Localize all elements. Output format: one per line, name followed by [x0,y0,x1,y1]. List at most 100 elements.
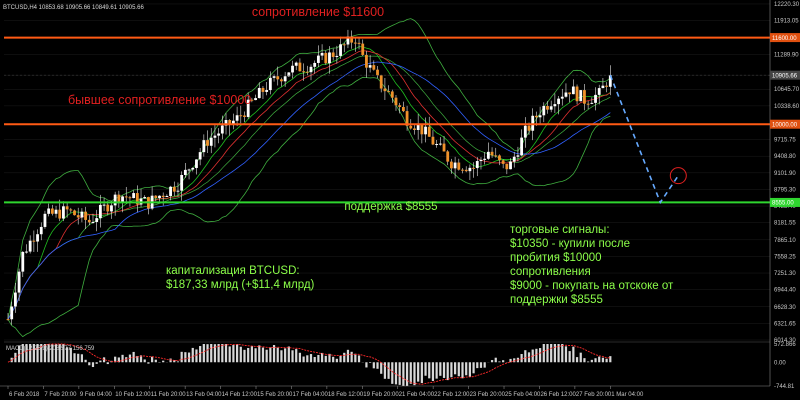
price-tick-label: 6321.65 [774,321,796,327]
candle-body [398,105,402,107]
candle-body [571,86,575,95]
candle-body [154,195,158,199]
candle-body [73,210,76,216]
signals-line-6: поддержки $8555 [510,294,603,306]
candle-body [516,155,520,157]
time-tick-label: 25 Feb 04:00 [505,392,541,398]
candle-body [58,209,62,219]
candle-body [361,43,365,55]
candle-body [353,42,357,44]
candle-body [431,136,435,145]
candle-body [594,94,597,103]
candle-body [220,125,224,134]
candle-body [217,133,221,136]
candle-body [39,226,43,235]
candle-body [468,167,472,172]
candle-body [298,62,302,72]
price-tick-label: 9715.75 [774,138,796,144]
price-tick-label: 7251.30 [774,271,796,277]
candle-body [313,62,317,67]
candle-body [324,52,328,64]
time-tick-label: 26 Feb 12:00 [540,392,576,398]
time-tick-label: 1 Mar 04:00 [611,392,644,398]
candle-body [80,211,84,218]
candle-body [165,195,169,198]
candle-body [32,240,36,242]
candle-body [486,151,490,159]
candle-body [180,174,184,191]
candle-body [302,71,306,73]
candle-body [512,156,516,162]
signals-line-3: пробития $10000 [510,252,602,264]
candle-body [187,169,191,171]
former-resistance-annotation: бывшее сопротивление $10000 [68,93,251,107]
price-tick-label: 12220.30 [774,2,800,8]
candle-body [287,72,291,77]
candle-body [98,204,102,219]
candle-body [420,124,424,135]
price-tick-label: 9101.90 [774,171,796,177]
time-tick-label: 11 Feb 20:00 [151,392,187,398]
candle-body [461,169,464,171]
candle-body [69,209,73,211]
candle-body [538,115,542,118]
signals-line-2: $10350 - купили после [510,238,630,250]
candle-body [534,115,538,118]
candle-body [438,143,442,145]
candle-body [424,126,427,135]
price-tick-label: 11913.05 [774,19,799,25]
candle-body [202,140,206,153]
time-tick-label: 6 Feb 2018 [9,392,40,398]
candle-body [117,194,121,202]
candle-body [479,159,483,162]
candle-body [505,163,509,170]
candle-body [450,161,453,169]
candle-body [331,52,335,57]
candle-body [394,97,398,106]
price-tick-label: 8181.55 [774,221,796,227]
candle-body [483,158,487,160]
candle-body [320,52,324,56]
price-tick-label: 9408.80 [774,154,796,160]
candle-body [36,234,39,242]
time-tick-label: 21 Feb 04:00 [399,392,435,398]
candle-body [235,115,239,121]
candle-body [339,44,342,56]
candle-body [291,65,294,73]
candle-body [557,98,560,105]
candle-body [243,115,246,117]
candle-body [65,206,69,210]
candle-body [453,162,457,169]
time-tick-label: 22 Feb 12:00 [434,392,470,398]
candle-body [498,155,501,161]
candle-body [372,65,376,70]
chart-header: BTCUSD,H4 10853.68 10905.66 10849.61 109… [3,5,144,11]
candle-body [198,152,202,160]
candle-body [176,190,180,192]
time-tick-label: 14 Feb 12:00 [222,392,258,398]
candle-body [21,251,25,272]
candle-body [161,195,165,198]
macd-tick-label: -744.81 [774,384,795,390]
capitalization-value: $187,33 млрд (+$11,4 млрд) [166,279,315,291]
candle-body [509,161,512,170]
macd-label: MACD(12,26,9) 208.577 156.759 [6,346,95,352]
candle-body [523,125,527,138]
candle-body [17,271,21,293]
candle-body [191,167,195,170]
candle-body [409,125,413,129]
candle-body [342,44,346,46]
price-tag-label: 10905.66 [772,73,798,79]
candle-body [401,106,405,112]
candle-body [368,65,372,68]
price-tick-label: 8795.30 [774,187,796,193]
candle-body [10,306,14,320]
candle-body [590,102,594,104]
candle-body [564,92,568,97]
candle-body [13,292,17,307]
candle-body [213,135,217,138]
candle-body [435,144,439,146]
candle-body [132,193,136,199]
candle-body [501,160,505,164]
candle-body [379,75,383,89]
